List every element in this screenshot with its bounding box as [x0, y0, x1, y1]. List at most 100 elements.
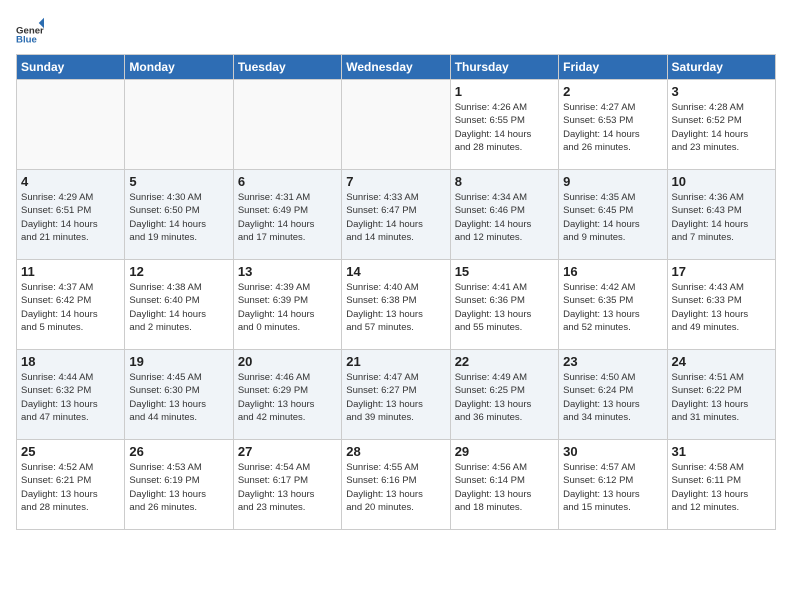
- day-number: 28: [346, 444, 445, 459]
- calendar-cell: 17 Sunrise: 4:43 AM Sunset: 6:33 PM Dayli…: [667, 260, 775, 350]
- day-number: 16: [563, 264, 662, 279]
- day-info: Sunrise: 4:29 AM Sunset: 6:51 PM Dayligh…: [21, 191, 120, 244]
- day-info: Sunrise: 4:38 AM Sunset: 6:40 PM Dayligh…: [129, 281, 228, 334]
- day-number: 8: [455, 174, 554, 189]
- calendar-cell: 19Sunrise: 4:45 AM Sunset: 6:30 PM Dayli…: [125, 350, 233, 440]
- day-number: 4: [21, 174, 120, 189]
- day-number: 9: [563, 174, 662, 189]
- calendar-cell: 8 Sunrise: 4:34 AM Sunset: 6:46 PM Daylig…: [450, 170, 558, 260]
- day-number: 15: [455, 264, 554, 279]
- day-info: Sunrise: 4:28 AM Sunset: 6:52 PM Dayligh…: [672, 101, 771, 154]
- day-info: Sunrise: 4:37 AM Sunset: 6:42 PM Dayligh…: [21, 281, 120, 334]
- day-number: 17: [672, 264, 771, 279]
- day-info: Sunrise: 4:35 AM Sunset: 6:45 PM Dayligh…: [563, 191, 662, 244]
- day-info: Sunrise: 4:54 AM Sunset: 6:17 PM Dayligh…: [238, 461, 337, 514]
- day-number: 29: [455, 444, 554, 459]
- week-row-3: 11 Sunrise: 4:37 AM Sunset: 6:42 PM Dayli…: [17, 260, 776, 350]
- day-info: Sunrise: 4:27 AM Sunset: 6:53 PM Dayligh…: [563, 101, 662, 154]
- calendar-cell: 18 Sunrise: 4:44 AM Sunset: 6:32 PM Dayli…: [17, 350, 125, 440]
- day-info: Sunrise: 4:53 AM Sunset: 6:19 PM Dayligh…: [129, 461, 228, 514]
- weekday-header-tuesday: Tuesday: [233, 55, 341, 80]
- calendar-cell: 29 Sunrise: 4:56 AM Sunset: 6:14 PM Dayli…: [450, 440, 558, 530]
- calendar-cell: [342, 80, 450, 170]
- calendar-cell: 15 Sunrise: 4:41 AM Sunset: 6:36 PM Dayli…: [450, 260, 558, 350]
- calendar-cell: 3 Sunrise: 4:28 AM Sunset: 6:52 PM Daylig…: [667, 80, 775, 170]
- calendar-cell: 7 Sunrise: 4:33 AM Sunset: 6:47 PM Daylig…: [342, 170, 450, 260]
- day-number: 18: [21, 354, 120, 369]
- day-number: 1: [455, 84, 554, 99]
- day-number: 20: [238, 354, 337, 369]
- day-info: Sunrise: 4:34 AM Sunset: 6:46 PM Dayligh…: [455, 191, 554, 244]
- day-info: Sunrise: 4:41 AM Sunset: 6:36 PM Dayligh…: [455, 281, 554, 334]
- day-number: 25: [21, 444, 120, 459]
- day-number: 2: [563, 84, 662, 99]
- calendar-cell: 16 Sunrise: 4:42 AM Sunset: 6:35 PM Dayli…: [559, 260, 667, 350]
- calendar-cell: 11 Sunrise: 4:37 AM Sunset: 6:42 PM Dayli…: [17, 260, 125, 350]
- day-info: Sunrise: 4:33 AM Sunset: 6:47 PM Dayligh…: [346, 191, 445, 244]
- day-number: 13: [238, 264, 337, 279]
- calendar-cell: 20Sunrise: 4:46 AM Sunset: 6:29 PM Dayli…: [233, 350, 341, 440]
- week-row-4: 18 Sunrise: 4:44 AM Sunset: 6:32 PM Dayli…: [17, 350, 776, 440]
- day-info: Sunrise: 4:57 AM Sunset: 6:12 PM Dayligh…: [563, 461, 662, 514]
- weekday-header-sunday: Sunday: [17, 55, 125, 80]
- calendar-cell: 13Sunrise: 4:39 AM Sunset: 6:39 PM Dayli…: [233, 260, 341, 350]
- day-number: 30: [563, 444, 662, 459]
- calendar-cell: 10Sunrise: 4:36 AM Sunset: 6:43 PM Dayli…: [667, 170, 775, 260]
- calendar-table: SundayMondayTuesdayWednesdayThursdayFrid…: [16, 54, 776, 530]
- svg-text:Blue: Blue: [16, 34, 37, 44]
- day-info: Sunrise: 4:50 AM Sunset: 6:24 PM Dayligh…: [563, 371, 662, 424]
- day-number: 14: [346, 264, 445, 279]
- weekday-header-thursday: Thursday: [450, 55, 558, 80]
- day-info: Sunrise: 4:44 AM Sunset: 6:32 PM Dayligh…: [21, 371, 120, 424]
- calendar-cell: 5 Sunrise: 4:30 AM Sunset: 6:50 PM Daylig…: [125, 170, 233, 260]
- weekday-header-friday: Friday: [559, 55, 667, 80]
- calendar-cell: 6 Sunrise: 4:31 AM Sunset: 6:49 PM Daylig…: [233, 170, 341, 260]
- day-info: Sunrise: 4:56 AM Sunset: 6:14 PM Dayligh…: [455, 461, 554, 514]
- day-info: Sunrise: 4:43 AM Sunset: 6:33 PM Dayligh…: [672, 281, 771, 334]
- day-info: Sunrise: 4:49 AM Sunset: 6:25 PM Dayligh…: [455, 371, 554, 424]
- day-number: 10: [672, 174, 771, 189]
- weekday-header-wednesday: Wednesday: [342, 55, 450, 80]
- day-info: Sunrise: 4:31 AM Sunset: 6:49 PM Dayligh…: [238, 191, 337, 244]
- calendar-cell: 24Sunrise: 4:51 AM Sunset: 6:22 PM Dayli…: [667, 350, 775, 440]
- day-number: 31: [672, 444, 771, 459]
- calendar-cell: 25Sunrise: 4:52 AM Sunset: 6:21 PM Dayli…: [17, 440, 125, 530]
- calendar-cell: 2 Sunrise: 4:27 AM Sunset: 6:53 PM Daylig…: [559, 80, 667, 170]
- calendar-cell: 22 Sunrise: 4:49 AM Sunset: 6:25 PM Dayli…: [450, 350, 558, 440]
- weekday-header-row: SundayMondayTuesdayWednesdayThursdayFrid…: [17, 55, 776, 80]
- week-row-5: 25Sunrise: 4:52 AM Sunset: 6:21 PM Dayli…: [17, 440, 776, 530]
- day-info: Sunrise: 4:42 AM Sunset: 6:35 PM Dayligh…: [563, 281, 662, 334]
- calendar-cell: 31Sunrise: 4:58 AM Sunset: 6:11 PM Dayli…: [667, 440, 775, 530]
- day-number: 6: [238, 174, 337, 189]
- calendar-cell: 21Sunrise: 4:47 AM Sunset: 6:27 PM Dayli…: [342, 350, 450, 440]
- calendar-cell: [17, 80, 125, 170]
- day-number: 3: [672, 84, 771, 99]
- day-number: 5: [129, 174, 228, 189]
- weekday-header-monday: Monday: [125, 55, 233, 80]
- calendar-cell: 1 Sunrise: 4:26 AM Sunset: 6:55 PM Daylig…: [450, 80, 558, 170]
- calendar-cell: [125, 80, 233, 170]
- calendar-cell: 27Sunrise: 4:54 AM Sunset: 6:17 PM Dayli…: [233, 440, 341, 530]
- day-number: 11: [21, 264, 120, 279]
- day-info: Sunrise: 4:51 AM Sunset: 6:22 PM Dayligh…: [672, 371, 771, 424]
- calendar-cell: 14 Sunrise: 4:40 AM Sunset: 6:38 PM Dayli…: [342, 260, 450, 350]
- day-number: 12: [129, 264, 228, 279]
- calendar-cell: 26Sunrise: 4:53 AM Sunset: 6:19 PM Dayli…: [125, 440, 233, 530]
- calendar-cell: 9 Sunrise: 4:35 AM Sunset: 6:45 PM Daylig…: [559, 170, 667, 260]
- calendar-cell: 28 Sunrise: 4:55 AM Sunset: 6:16 PM Dayli…: [342, 440, 450, 530]
- day-number: 7: [346, 174, 445, 189]
- day-info: Sunrise: 4:45 AM Sunset: 6:30 PM Dayligh…: [129, 371, 228, 424]
- week-row-1: 1 Sunrise: 4:26 AM Sunset: 6:55 PM Daylig…: [17, 80, 776, 170]
- calendar-cell: 4 Sunrise: 4:29 AM Sunset: 6:51 PM Daylig…: [17, 170, 125, 260]
- day-info: Sunrise: 4:26 AM Sunset: 6:55 PM Dayligh…: [455, 101, 554, 154]
- day-number: 21: [346, 354, 445, 369]
- logo: General Blue: [16, 16, 44, 44]
- calendar-cell: 12 Sunrise: 4:38 AM Sunset: 6:40 PM Dayli…: [125, 260, 233, 350]
- day-info: Sunrise: 4:55 AM Sunset: 6:16 PM Dayligh…: [346, 461, 445, 514]
- logo-icon: General Blue: [16, 16, 44, 44]
- day-info: Sunrise: 4:30 AM Sunset: 6:50 PM Dayligh…: [129, 191, 228, 244]
- day-number: 22: [455, 354, 554, 369]
- weekday-header-saturday: Saturday: [667, 55, 775, 80]
- day-info: Sunrise: 4:40 AM Sunset: 6:38 PM Dayligh…: [346, 281, 445, 334]
- header: General Blue: [16, 16, 776, 44]
